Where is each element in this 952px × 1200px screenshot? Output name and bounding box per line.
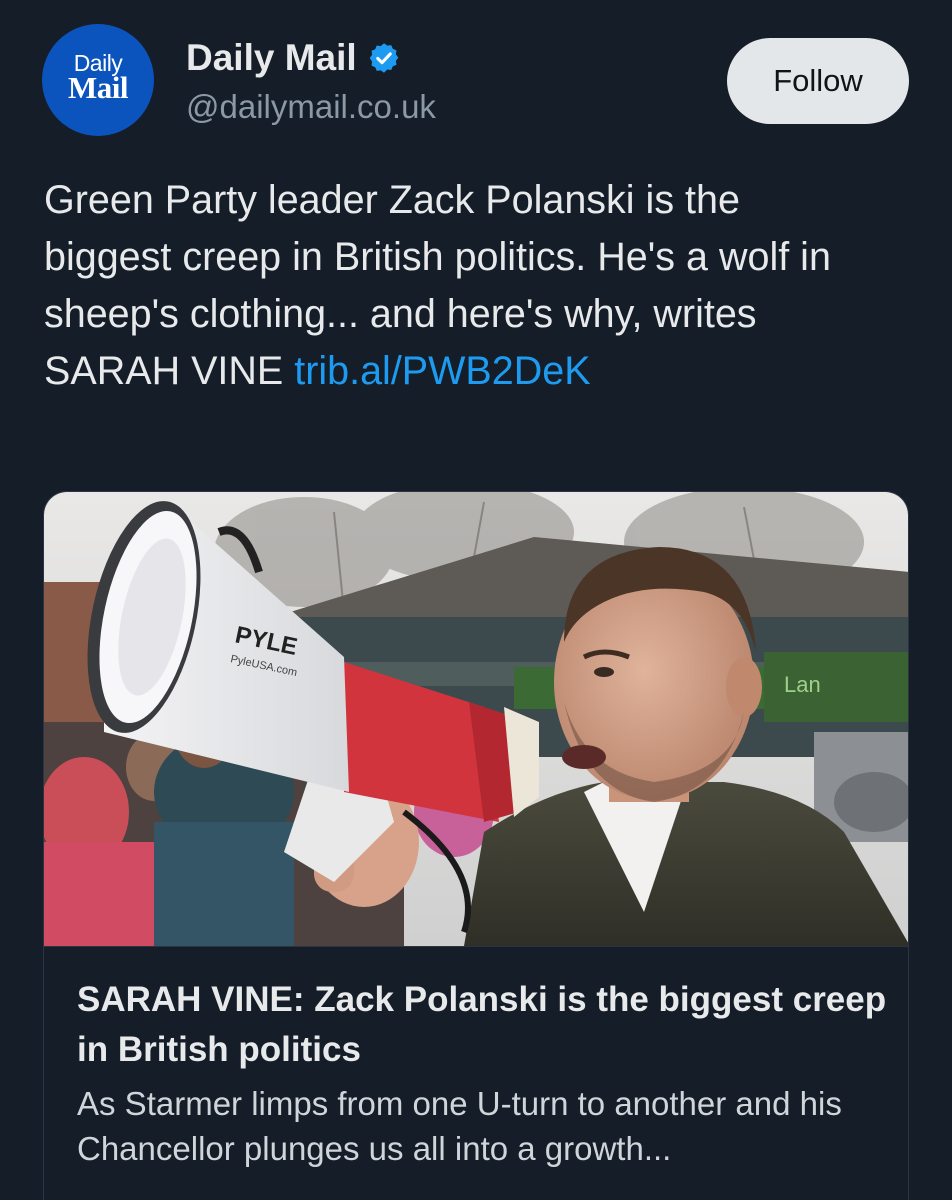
link-preview-card[interactable]: Lan PYLE PyleUSA.com SARAH VINE: Zack Po…	[43, 491, 909, 1200]
avatar[interactable]: Daily Mail	[42, 24, 154, 136]
avatar-text-mail: Mail	[68, 70, 129, 105]
tweet-text: Green Party leader Zack Polanski is the …	[44, 172, 874, 400]
card-description: As Starmer limps from one U-turn to anot…	[77, 1085, 842, 1167]
handle[interactable]: @dailymail.co.uk	[186, 88, 436, 126]
display-name[interactable]: Daily Mail	[186, 37, 357, 79]
tweet-link[interactable]: trib.al/PWB2DeK	[294, 349, 590, 393]
author-name-row[interactable]: Daily Mail	[186, 34, 401, 82]
card-title[interactable]: SARAH VINE: Zack Polanski is the biggest…	[77, 975, 897, 1075]
follow-button[interactable]: Follow	[727, 38, 909, 124]
svg-text:Lan: Lan	[784, 672, 821, 697]
post-view: Daily Mail Daily Mail @dailymail.co.uk F…	[0, 0, 952, 1200]
verified-badge-icon	[369, 43, 398, 73]
article-image[interactable]: Lan PYLE PyleUSA.com	[44, 492, 909, 946]
card-text-area[interactable]: SARAH VINE: Zack Polanski is the biggest…	[44, 946, 908, 1167]
